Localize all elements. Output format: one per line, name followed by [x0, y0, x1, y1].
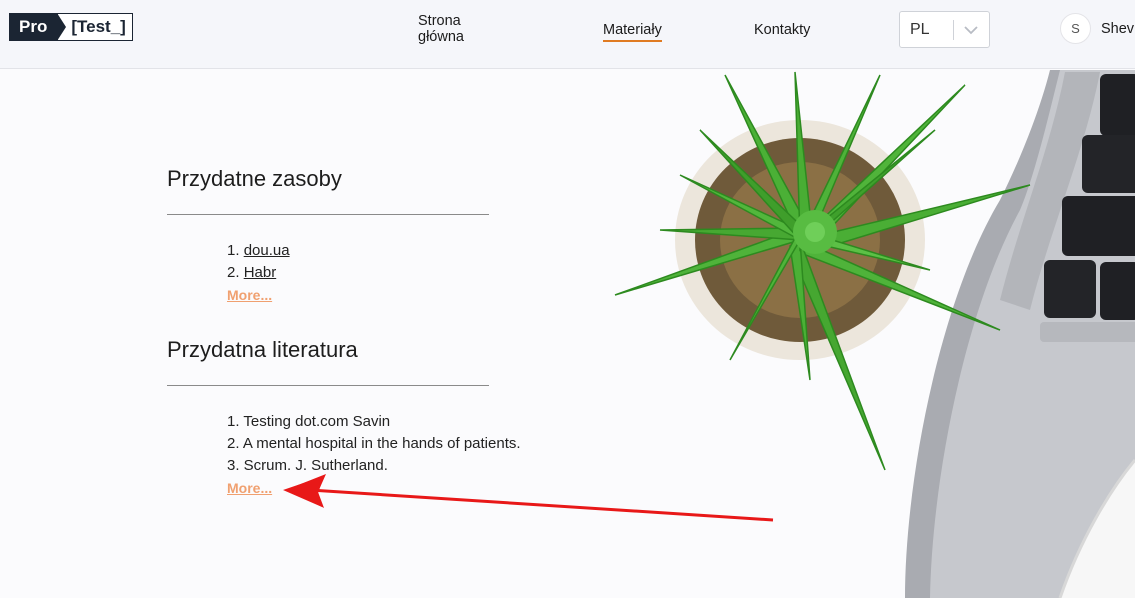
annotation-arrow-icon	[283, 474, 774, 522]
